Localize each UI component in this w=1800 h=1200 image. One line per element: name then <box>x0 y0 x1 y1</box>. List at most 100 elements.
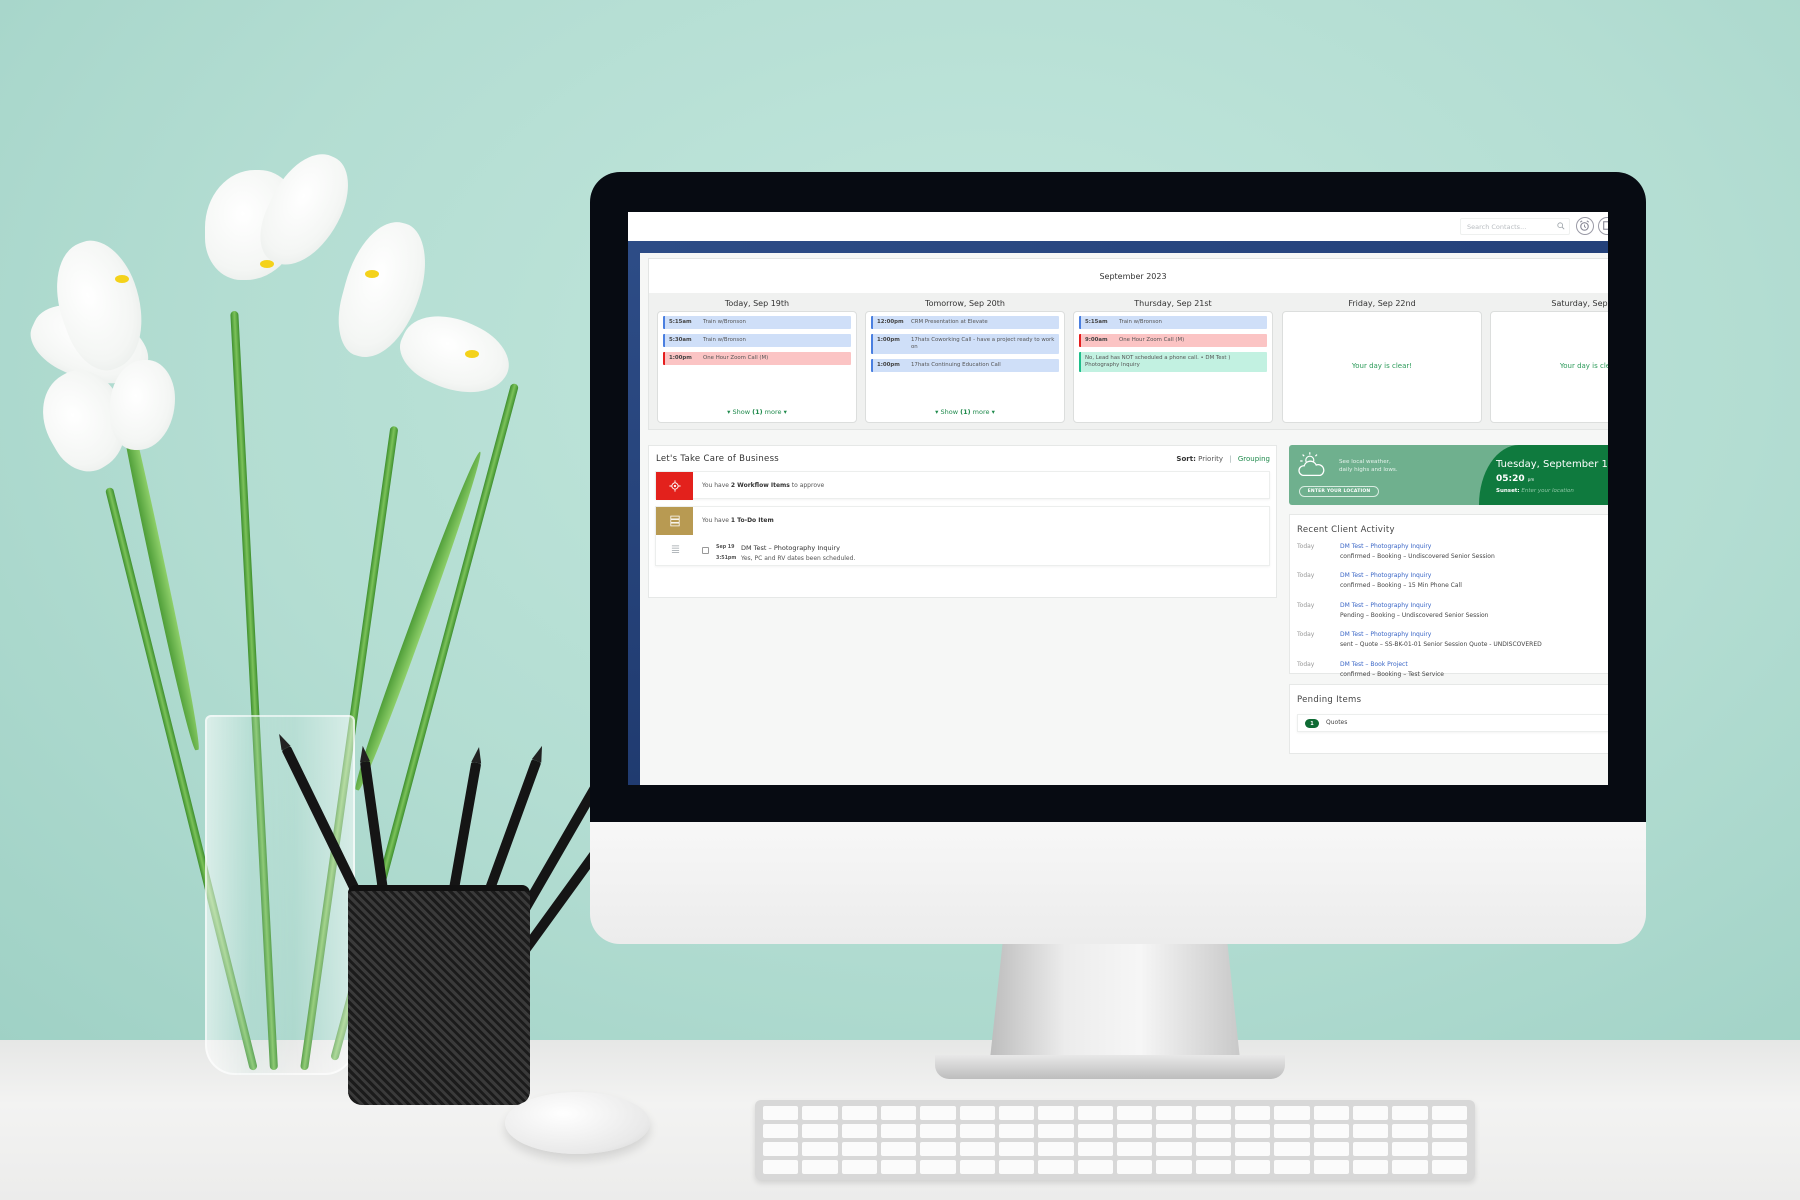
search-contacts-input[interactable]: Search Contacts... <box>1460 218 1570 235</box>
sunset-location-link[interactable]: Enter your location <box>1521 488 1573 494</box>
keyboard-key <box>763 1160 799 1174</box>
calendar-day-friday: Friday, Sep 22nd Your day is clear! <box>1282 299 1482 423</box>
activity-title: Recent Client Activity <box>1297 525 1395 535</box>
keyboard-key <box>998 1106 1035 1120</box>
keyboard-key <box>1077 1142 1113 1156</box>
day-title: Today, Sep 19th <box>724 299 790 308</box>
keyboard-key <box>1195 1142 1231 1156</box>
document-icon <box>1603 221 1608 230</box>
activity-link[interactable]: DM Test – Photography Inquiry <box>1340 631 1431 638</box>
keyboard-key <box>1392 1160 1428 1174</box>
keyboard-key <box>920 1124 956 1138</box>
calendar-event[interactable]: 5:30am Train w/Bronson <box>663 334 851 348</box>
keyboard-key <box>1274 1106 1310 1120</box>
keyboard-key <box>802 1142 838 1156</box>
business-panel: Let's Take Care of Business Sort: Priori… <box>648 445 1277 598</box>
day-events: Your day is clear! <box>1490 311 1608 423</box>
keyboard-key <box>959 1124 995 1138</box>
keyboard-key <box>998 1142 1035 1156</box>
calendar-event[interactable]: 5:15am Train w/Bronson <box>663 316 851 330</box>
keyboard-key <box>1274 1142 1310 1156</box>
calendar-event[interactable]: 1:00pm 17hats Continuing Education Call <box>871 359 1059 373</box>
pending-quotes-row[interactable]: 1 Quotes <box>1297 714 1608 732</box>
caret-down-icon: ▾ <box>935 408 939 416</box>
caret-down-icon: ▾ <box>991 408 995 416</box>
keyboard-key <box>1313 1142 1349 1156</box>
checklist-icon <box>656 507 693 535</box>
glass-vase <box>205 715 355 1075</box>
keyboard-key <box>1116 1124 1153 1138</box>
workflow-target-icon <box>656 472 693 500</box>
monitor-chin <box>590 822 1646 944</box>
activity-link[interactable]: DM Test – Photography Inquiry <box>1340 602 1431 609</box>
keyboard-key <box>1077 1106 1113 1120</box>
enter-location-button[interactable]: ENTER YOUR LOCATION <box>1299 486 1379 497</box>
keyboard-key <box>880 1124 917 1138</box>
show-more-link[interactable]: ▾ Show (1) more ▾ <box>866 408 1064 416</box>
pending-count-badge: 1 <box>1305 719 1319 728</box>
workflow-items-text: You have 2 Workflow Items to approve <box>702 482 825 489</box>
calendar-event[interactable]: 5:15am Train w/Bronson <box>1079 316 1267 330</box>
calendar-event[interactable]: 9:00am One Hour Zoom Call (M) <box>1079 334 1267 348</box>
workflow-items-row[interactable]: You have 2 Workflow Items to approve <box>655 471 1270 500</box>
keyboard-key <box>1116 1160 1153 1174</box>
calendar-task[interactable]: No, Lead has NOT scheduled a phone call.… <box>1079 352 1267 373</box>
todo-description: Yes, PC and RV dates been scheduled. <box>741 555 856 562</box>
alarm-clock-button[interactable] <box>1576 217 1594 235</box>
weather-widget: See local weather, daily highs and lows.… <box>1289 445 1608 505</box>
calendar-event[interactable]: 1:00pm One Hour Zoom Call (M) <box>663 352 851 366</box>
sidebar-collapsed[interactable] <box>628 253 640 785</box>
search-icon[interactable] <box>1557 222 1565 230</box>
caret-down-icon: ▾ <box>783 408 787 416</box>
calendar-day-saturday: Saturday, Sep 23rd Your day is clear! <box>1490 299 1608 423</box>
business-title: Let's Take Care of Business <box>656 454 780 464</box>
day-clear-message: Your day is clear! <box>1559 362 1608 370</box>
keyboard-key <box>1116 1142 1153 1156</box>
day-clear-message: Your day is clear! <box>1351 362 1413 370</box>
keyboard-key <box>1352 1124 1389 1138</box>
keyboard-key <box>880 1160 917 1174</box>
activity-link[interactable]: DM Test – Photography Inquiry <box>1340 572 1431 579</box>
monitor-stand <box>990 944 1240 1059</box>
keyboard-key <box>841 1124 877 1138</box>
keyboard-key <box>1234 1124 1271 1138</box>
calendar-event[interactable]: 1:00pm 17hats Coworking Call - have a pro… <box>871 334 1059 355</box>
keyboard-key <box>1156 1142 1192 1156</box>
keyboard-key <box>1038 1106 1074 1120</box>
todo-checkbox[interactable] <box>702 547 709 554</box>
app-screen: Search Contacts... September 2023 Today,… <box>628 212 1608 785</box>
calendar-event[interactable]: 12:00pm CRM Presentation at Elevate <box>871 316 1059 330</box>
keyboard-key <box>1313 1124 1349 1138</box>
calendar-day-tomorrow: Tomorrow, Sep 20th 12:00pm CRM Presentati… <box>865 299 1065 423</box>
keyboard-key <box>1274 1160 1310 1174</box>
day-events: 12:00pm CRM Presentation at Elevate 1:00p… <box>865 311 1065 423</box>
keyboard-key <box>1195 1124 1231 1138</box>
todo-title-link[interactable]: DM Test – Photography Inquiry <box>741 544 840 552</box>
keyboard-key <box>1038 1160 1074 1174</box>
sort-grouping-option[interactable]: Grouping <box>1238 455 1270 463</box>
keyboard-key <box>920 1142 956 1156</box>
week-calendar: September 2023 Today, Sep 19th 5:15am Tra… <box>648 258 1608 430</box>
sort-controls: Sort: Priority | Grouping <box>1176 455 1270 463</box>
keyboard-key <box>959 1106 995 1120</box>
keyboard-key <box>802 1160 838 1174</box>
day-title: Saturday, Sep 23rd <box>1551 299 1608 308</box>
keyboard-key <box>802 1106 838 1120</box>
sort-priority-option[interactable]: Priority <box>1198 455 1223 463</box>
keyboard-key <box>1274 1124 1310 1138</box>
keyboard <box>755 1100 1475 1180</box>
keyboard-key <box>841 1142 877 1156</box>
activity-link[interactable]: DM Test – Photography Inquiry <box>1340 543 1431 550</box>
documents-button[interactable] <box>1598 217 1608 235</box>
keyboard-key <box>1195 1106 1231 1120</box>
keyboard-key <box>1116 1106 1153 1120</box>
keyboard-key <box>1313 1160 1349 1174</box>
keyboard-key <box>1038 1124 1074 1138</box>
keyboard-key <box>763 1106 799 1120</box>
keyboard-key <box>1431 1124 1467 1138</box>
keyboard-key <box>1077 1124 1113 1138</box>
activity-link[interactable]: DM Test – Book Project <box>1340 661 1408 668</box>
show-more-link[interactable]: ▾ Show (1) more ▾ <box>658 408 856 416</box>
keyboard-key <box>1234 1106 1271 1120</box>
keyboard-key <box>998 1124 1035 1138</box>
